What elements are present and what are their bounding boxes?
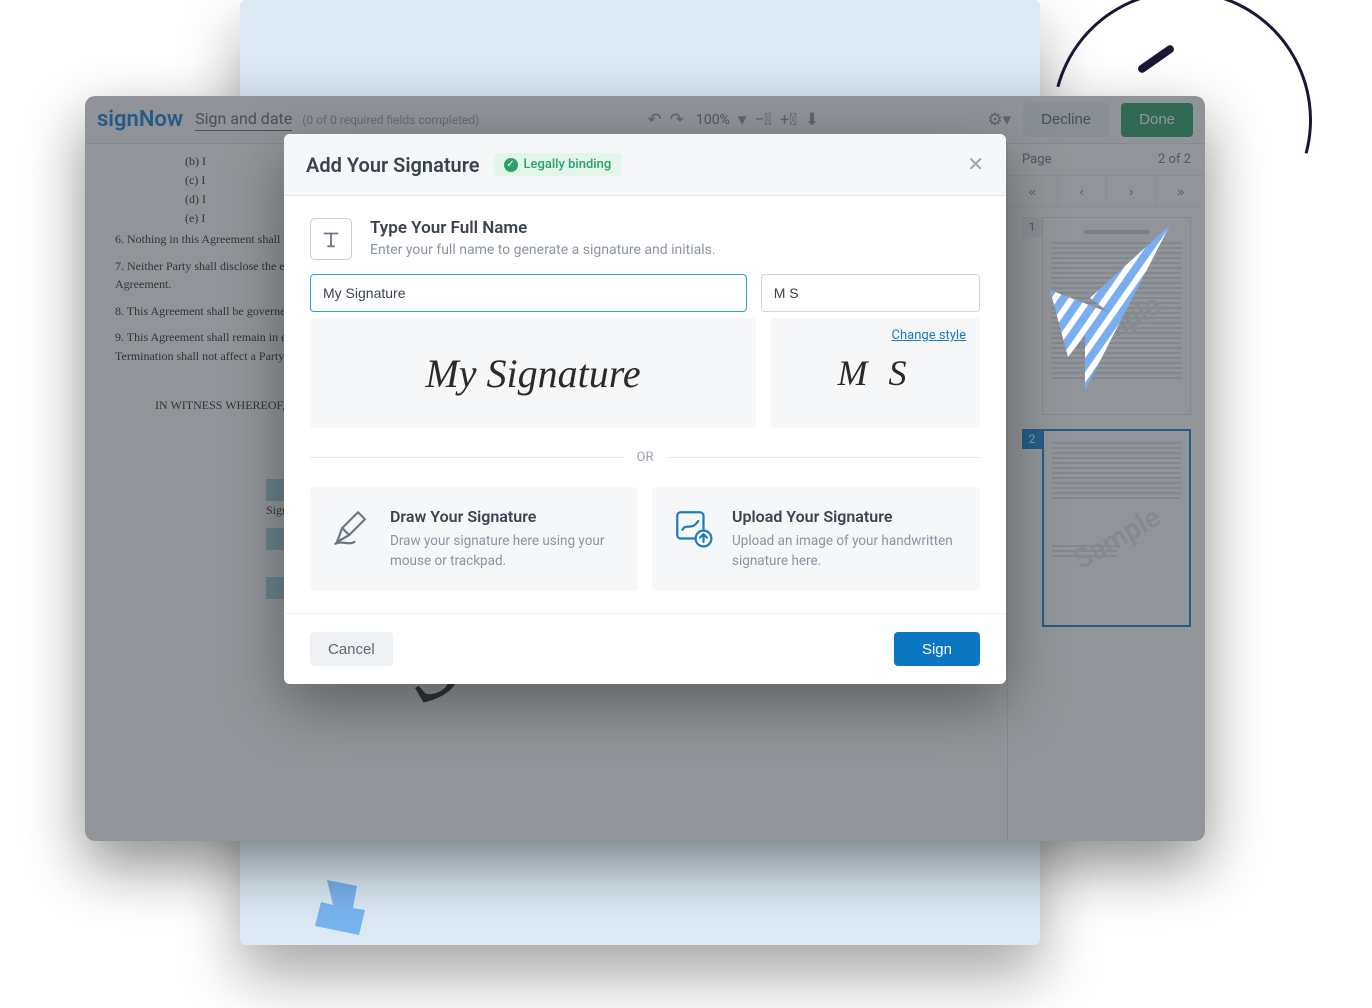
or-label: OR <box>637 450 654 465</box>
check-icon: ✓ <box>504 158 518 172</box>
upload-signature-card[interactable]: Upload Your Signature Upload an image of… <box>652 487 980 591</box>
upload-subtitle: Upload an image of your handwritten sign… <box>732 532 960 571</box>
add-signature-modal: Add Your Signature ✓ Legally binding ✕ T… <box>284 134 1006 684</box>
preview-row: My Signature Change style M S <box>310 318 980 428</box>
change-style-link[interactable]: Change style <box>892 328 966 343</box>
modal-footer: Cancel Sign <box>284 613 1006 684</box>
signature-preview: My Signature <box>310 318 756 428</box>
type-icon <box>310 218 352 260</box>
initials-preview-text: M S <box>838 352 913 394</box>
alt-cards: Draw Your Signature Draw your signature … <box>310 487 980 591</box>
initials-input[interactable] <box>761 274 980 312</box>
legally-binding-badge: ✓ Legally binding <box>494 153 622 176</box>
badge-label: Legally binding <box>524 157 612 172</box>
inputs-row <box>310 274 980 312</box>
signature-preview-text: My Signature <box>425 350 640 397</box>
decorative-notch-icon <box>315 880 365 935</box>
full-name-input[interactable] <box>310 274 747 312</box>
type-section-head: Type Your Full Name Enter your full name… <box>310 218 980 260</box>
modal-body: Type Your Full Name Enter your full name… <box>284 196 1006 613</box>
draw-signature-card[interactable]: Draw Your Signature Draw your signature … <box>310 487 638 591</box>
cancel-button[interactable]: Cancel <box>310 632 393 666</box>
upload-icon <box>672 507 714 553</box>
initials-preview: Change style M S <box>770 318 980 428</box>
close-button[interactable]: ✕ <box>967 152 984 177</box>
draw-subtitle: Draw your signature here using your mous… <box>390 532 618 571</box>
pencil-icon <box>330 507 372 553</box>
app-window: signNow Sign and date (0 of 0 required f… <box>85 96 1205 841</box>
upload-title: Upload Your Signature <box>732 507 960 526</box>
or-divider: OR <box>310 450 980 465</box>
sign-button[interactable]: Sign <box>894 632 980 666</box>
modal-header: Add Your Signature ✓ Legally binding ✕ <box>284 134 1006 196</box>
type-subtitle: Enter your full name to generate a signa… <box>370 242 716 258</box>
type-title: Type Your Full Name <box>370 218 716 238</box>
modal-title: Add Your Signature <box>306 153 480 177</box>
draw-title: Draw Your Signature <box>390 507 618 526</box>
